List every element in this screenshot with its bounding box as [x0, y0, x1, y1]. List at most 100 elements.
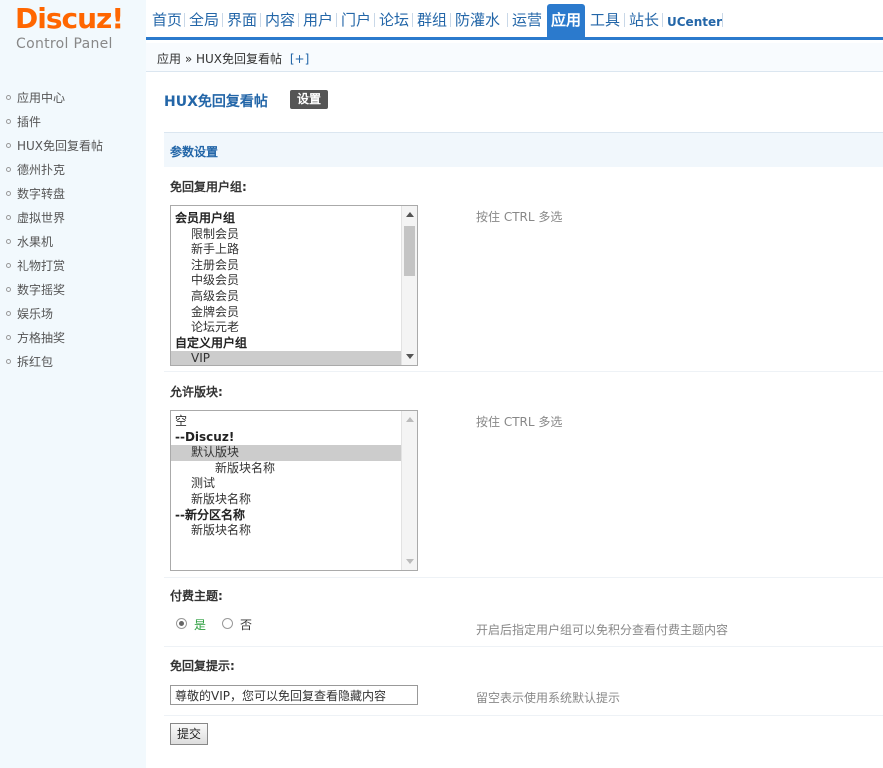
sidebar-item-poker[interactable]: 德州扑克 — [6, 160, 65, 180]
section-header: 参数设置 — [164, 132, 883, 167]
nav-group[interactable]: 群组 — [414, 10, 450, 30]
sidebar-item-gift[interactable]: 礼物打赏 — [6, 256, 65, 276]
select-option[interactable]: 注册会员 — [171, 258, 402, 274]
sidebar-item-fruit-machine[interactable]: 水果机 — [6, 232, 53, 252]
select-option[interactable]: 新版块名称 — [171, 523, 402, 539]
nav-operation[interactable]: 运营 — [509, 10, 545, 30]
breadcrumb-add-link[interactable]: [+] — [290, 52, 309, 66]
sidebar-item-lottery[interactable]: 数字摇奖 — [6, 280, 65, 300]
nav-style[interactable]: 界面 — [224, 10, 260, 30]
hint-input[interactable] — [170, 685, 418, 705]
sidebar-item-hux[interactable]: HUX免回复看帖 — [6, 136, 103, 156]
select-option[interactable]: 自定义用户组 — [171, 336, 402, 352]
select-option[interactable]: --新分区名称 — [171, 508, 402, 524]
hint-label: 免回复提示: — [170, 659, 235, 673]
sidebar-item-red-packet[interactable]: 拆红包 — [6, 352, 53, 372]
paid-no-radio[interactable] — [222, 618, 233, 629]
nav-user[interactable]: 用户 — [300, 10, 336, 30]
select-option[interactable]: 新版块名称 — [171, 492, 402, 508]
nav-forum[interactable]: 论坛 — [376, 10, 412, 30]
paid-yes-label[interactable]: 是 — [194, 616, 206, 633]
breadcrumb-bar: 应用 » HUX免回复看帖 [+] — [146, 43, 883, 72]
scroll-down-icon[interactable] — [406, 354, 414, 359]
logo[interactable]: Discuz! — [15, 3, 124, 35]
sidebar-item-label: 水果机 — [17, 235, 54, 249]
nav-antispam[interactable]: 防灌水 — [452, 10, 503, 30]
bullet-icon — [6, 287, 11, 292]
groups-tip: 按住 CTRL 多选 — [476, 210, 563, 224]
scroll-thumb[interactable] — [404, 226, 415, 276]
groups-label: 免回复用户组: — [170, 180, 247, 194]
forums-label: 允许版块: — [170, 385, 223, 399]
sidebar-item-plugins[interactable]: 插件 — [6, 112, 41, 132]
sidebar: 应用中心 插件 HUX免回复看帖 德州扑克 数字转盘 虚拟世界 水果机 礼物打赏… — [0, 72, 146, 768]
nav-apps[interactable]: 应用 — [547, 4, 586, 37]
select-option[interactable]: 空 — [171, 414, 402, 430]
select-option[interactable]: 默认版块 — [171, 445, 402, 461]
scroll-down-icon[interactable] — [406, 559, 414, 564]
nav-ucenter[interactable]: UCenter — [664, 12, 725, 32]
bullet-icon — [6, 95, 11, 100]
nav-global[interactable]: 全局 — [186, 10, 222, 30]
nav-portal[interactable]: 门户 — [338, 10, 374, 30]
select-option[interactable]: 新手上路 — [171, 242, 402, 258]
scroll-up-icon[interactable] — [406, 212, 414, 217]
sidebar-item-wheel[interactable]: 数字转盘 — [6, 184, 65, 204]
scrollbar[interactable] — [401, 411, 417, 570]
sidebar-item-label: 插件 — [17, 115, 42, 129]
nav-home[interactable]: 首页 — [149, 10, 185, 30]
sidebar-item-label: 方格抽奖 — [17, 331, 66, 345]
nav-content[interactable]: 内容 — [262, 10, 298, 30]
submit-button[interactable]: 提交 — [170, 723, 209, 745]
main-content: HUX免回复看帖 设置 参数设置 免回复用户组: 会员用户组 限制会员 新手上路 注册… — [146, 72, 883, 768]
paid-no-label[interactable]: 否 — [240, 616, 252, 633]
select-option[interactable]: 会员用户组 — [171, 211, 402, 227]
forums-select[interactable]: 空 --Discuz! 默认版块 新版块名称 测试 新版块名称 --新分区名称 新版块名称 — [170, 410, 418, 571]
section-title: 参数设置 — [170, 145, 219, 159]
bullet-icon — [6, 311, 11, 316]
paid-tip: 开启后指定用户组可以免积分查看付费主题内容 — [476, 623, 729, 637]
sidebar-item-label: 虚拟世界 — [17, 211, 66, 225]
tab-settings[interactable]: 设置 — [290, 90, 329, 109]
logo-area: Discuz! Control Panel — [0, 0, 146, 72]
page-title: HUX免回复看帖 — [164, 94, 268, 110]
select-option[interactable]: 高级会员 — [171, 289, 402, 305]
breadcrumb: 应用 » HUX免回复看帖 [+] — [157, 50, 309, 67]
breadcrumb-text[interactable]: 应用 » HUX免回复看帖 — [157, 52, 282, 66]
bullet-icon — [6, 335, 11, 340]
select-option[interactable]: --Discuz! — [171, 430, 402, 446]
sidebar-item-virtual-world[interactable]: 虚拟世界 — [6, 208, 65, 228]
sidebar-item-app-center[interactable]: 应用中心 — [6, 88, 65, 108]
select-option[interactable]: 中级会员 — [171, 273, 402, 289]
select-option[interactable]: 测试 — [171, 476, 402, 492]
sidebar-item-casino[interactable]: 娱乐场 — [6, 304, 53, 324]
bullet-icon — [6, 359, 11, 364]
scroll-up-icon[interactable] — [406, 417, 414, 422]
sidebar-item-label: HUX免回复看帖 — [17, 139, 104, 153]
sidebar-item-label: 礼物打赏 — [17, 259, 66, 273]
forums-tip: 按住 CTRL 多选 — [476, 415, 563, 429]
bullet-icon — [6, 119, 11, 124]
select-option[interactable]: 限制会员 — [171, 227, 402, 243]
sidebar-item-label: 拆红包 — [17, 355, 54, 369]
sidebar-item-label: 数字转盘 — [17, 187, 66, 201]
user-groups-select[interactable]: 会员用户组 限制会员 新手上路 注册会员 中级会员 高级会员 金牌会员 论坛元老 自定义用户组 V… — [170, 205, 418, 366]
select-option[interactable]: VIP — [171, 351, 402, 365]
select-option[interactable]: 金牌会员 — [171, 305, 402, 321]
nav-admin[interactable]: 站长 — [626, 10, 662, 30]
paid-yes-radio[interactable] — [176, 618, 187, 629]
sidebar-item-label: 数字摇奖 — [17, 283, 66, 297]
sidebar-item-grid-draw[interactable]: 方格抽奖 — [6, 328, 65, 348]
select-option[interactable]: 论坛元老 — [171, 320, 402, 336]
hint-tip: 留空表示使用系统默认提示 — [476, 691, 621, 705]
scrollbar[interactable] — [401, 206, 417, 365]
bullet-icon — [6, 167, 11, 172]
nav-tools[interactable]: 工具 — [587, 10, 623, 30]
header: Discuz! Control Panel 首页 全局 界面 内容 用户 门户 … — [0, 0, 883, 72]
top-nav: 首页 全局 界面 内容 用户 门户 论坛 群组 防灌水 运营 应用 工具 站长 … — [146, 0, 883, 40]
bullet-icon — [6, 143, 11, 148]
select-option[interactable]: 新版块名称 — [171, 461, 402, 477]
bullet-icon — [6, 191, 11, 196]
bullet-icon — [6, 215, 11, 220]
sidebar-item-label: 娱乐场 — [17, 307, 54, 321]
